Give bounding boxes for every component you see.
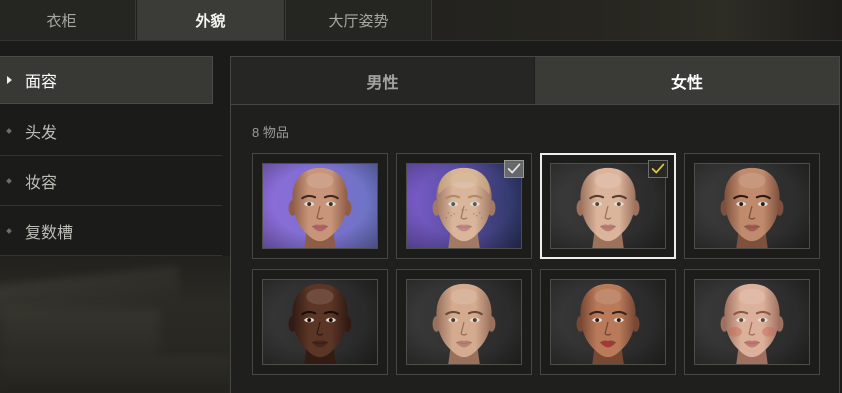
face-thumbnail (694, 279, 810, 365)
face-item[interactable] (684, 153, 820, 259)
divider (231, 104, 839, 105)
check-badge (648, 160, 668, 178)
face-item[interactable] (252, 153, 388, 259)
arrow-right-icon (7, 76, 12, 84)
portrait-highlight (306, 288, 334, 305)
portrait-freckle (450, 214, 453, 217)
tab-male[interactable]: 男性 (231, 57, 534, 104)
portrait-iris-right (760, 202, 765, 206)
portrait-iris-right (472, 202, 477, 206)
tab-wardrobe[interactable]: 衣柜 (0, 0, 136, 40)
portrait-iris-right (328, 318, 333, 322)
sidebar-item-makeup[interactable]: 妆容 (0, 156, 222, 206)
face-item[interactable] (540, 153, 676, 259)
portrait-iris-right (760, 318, 765, 322)
face-item[interactable] (252, 269, 388, 375)
portrait-iris-left (307, 202, 312, 206)
face-item[interactable] (540, 269, 676, 375)
portrait-iris-right (616, 202, 621, 206)
portrait-freckle (473, 213, 475, 215)
item-count: 8 物品 (252, 125, 289, 140)
background-wall (0, 308, 160, 358)
sidebar-item-label: 面容 (25, 74, 58, 91)
check-icon (651, 163, 665, 174)
check-mark (651, 163, 665, 174)
bullet-icon (6, 227, 12, 234)
portrait-iris-left (739, 202, 744, 206)
portrait-freckle (453, 213, 455, 215)
portrait-iris-right (616, 318, 621, 322)
face-portrait (263, 164, 377, 248)
tab-label: 女性 (670, 74, 703, 92)
portrait-highlight (738, 172, 766, 189)
portrait-blush-right (761, 326, 776, 337)
background-ground (0, 356, 230, 393)
portrait-iris-left (451, 318, 456, 322)
portrait-iris-left (595, 318, 600, 322)
portrait-freckle (478, 212, 481, 214)
face-thumbnail (262, 279, 378, 365)
sidebar-item-multi-slot[interactable]: 复数槽 (0, 206, 222, 256)
sidebar-item-hair[interactable]: 头发 (0, 106, 222, 156)
tab-label: 男性 (366, 74, 399, 92)
sidebar-item-label: 妆容 (25, 174, 58, 192)
tab-label: 大厅姿势 (328, 12, 389, 30)
portrait-iris-right (472, 318, 477, 322)
face-thumbnail (550, 279, 666, 365)
portrait-freckle (480, 216, 483, 219)
portrait-blush-left (728, 326, 743, 337)
portrait-highlight (594, 172, 622, 189)
tab-lobby-pose[interactable]: 大厅姿势 (285, 0, 432, 40)
face-item[interactable] (684, 269, 820, 375)
sidebar-item-label: 头发 (25, 124, 58, 142)
sidebar-item-face[interactable]: 面容 (0, 56, 213, 104)
tab-female[interactable]: 女性 (535, 57, 839, 104)
tab-appearance[interactable]: 外貌 (137, 0, 284, 40)
portrait-freckle (447, 212, 450, 214)
bullet-icon (6, 177, 12, 184)
portrait-iris-left (307, 318, 312, 322)
face-portrait (695, 164, 809, 248)
face-portrait (695, 280, 809, 364)
face-portrait (407, 280, 521, 364)
face-item[interactable] (396, 269, 532, 375)
portrait-freckle (475, 214, 478, 217)
portrait-highlight (450, 288, 478, 305)
face-portrait (551, 280, 665, 364)
face-item[interactable] (396, 153, 532, 259)
face-thumbnail (694, 163, 810, 249)
portrait-freckle (445, 216, 448, 219)
sidebar-item-label: 复数槽 (25, 224, 74, 242)
face-portrait (263, 280, 377, 364)
face-selection-panel: 男性 女性 8 物品 (230, 56, 840, 393)
face-thumbnail (406, 279, 522, 365)
portrait-freckle (465, 209, 467, 211)
portrait-iris-left (451, 202, 456, 206)
portrait-highlight (594, 288, 622, 305)
bullet-icon (6, 127, 12, 134)
background-scene (0, 256, 230, 393)
portrait-highlight (306, 172, 334, 189)
portrait-iris-right (328, 202, 333, 206)
top-tab-bar: 衣柜 外貌 大厅姿势 (0, 0, 842, 41)
portrait-iris-left (739, 318, 744, 322)
check-mark (507, 163, 521, 174)
portrait-iris-left (595, 202, 600, 206)
tab-label: 外貌 (195, 12, 226, 30)
portrait-highlight (738, 288, 766, 305)
check-badge (504, 160, 524, 178)
face-thumbnail (262, 163, 378, 249)
check-icon (507, 163, 521, 174)
tab-label: 衣柜 (46, 12, 77, 30)
